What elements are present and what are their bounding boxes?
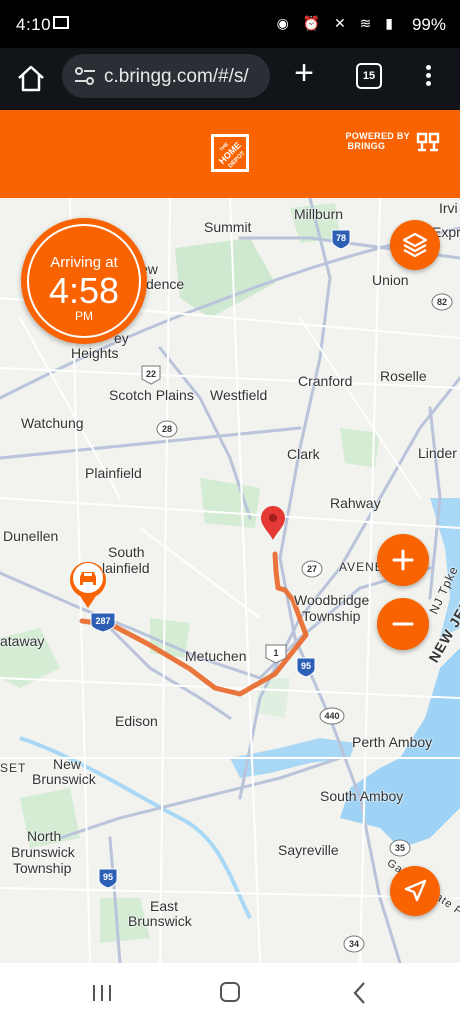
- map-place-label: Brunswick: [11, 844, 75, 860]
- svg-text:287: 287: [95, 616, 110, 626]
- eta-label: Arriving at: [50, 254, 118, 271]
- browser-toolbar: c.bringg.com/#/s/ + 15: [0, 48, 460, 110]
- map-place-label: Township: [13, 860, 72, 876]
- svg-text:95: 95: [103, 872, 113, 882]
- map-place-label: SET: [0, 761, 27, 775]
- status-bar: 4:10 ◉ ⏰ ✕ ≋ ▮ 99%: [0, 0, 460, 48]
- map-place-label: Edison: [115, 713, 158, 729]
- svg-text:440: 440: [324, 711, 339, 721]
- powered-by-brand: BRINGG: [347, 141, 386, 151]
- map-place-label: North: [27, 828, 62, 844]
- svg-text:1: 1: [273, 648, 278, 658]
- map-place-label: Irvi: [439, 200, 458, 216]
- destination-pin-icon: [261, 506, 285, 540]
- map-place-label: South: [108, 544, 145, 560]
- recent-apps-icon[interactable]: [90, 983, 114, 1003]
- system-nav-bar: [0, 963, 460, 1024]
- map-place-label: Clark: [287, 446, 320, 462]
- map-place-label: Perth Amboy: [352, 734, 433, 750]
- mail-icon: [53, 16, 69, 29]
- svg-text:95: 95: [301, 661, 311, 671]
- map-place-label: Dunellen: [3, 528, 59, 544]
- eta-badge: Arriving at 4:58 PM: [21, 218, 147, 344]
- more-menu-icon[interactable]: [420, 62, 436, 92]
- layers-button[interactable]: [390, 220, 440, 270]
- map-place-label: Woodbridge: [294, 592, 370, 608]
- svg-text:78: 78: [336, 233, 346, 243]
- map-place-label: lainfield: [102, 560, 150, 576]
- status-time: 4:10: [16, 15, 52, 34]
- navigation-arrow-icon: [404, 879, 427, 902]
- home-icon[interactable]: [14, 62, 48, 96]
- powered-by: POWERED BY BRINGG: [345, 131, 410, 151]
- svg-text:34: 34: [349, 939, 359, 949]
- map-place-label: South Amboy: [320, 788, 404, 804]
- map-place-label: Linder: [418, 445, 457, 461]
- minus-icon: [392, 622, 414, 626]
- brand-header: THE HOME DEPOT POWERED BY BRINGG: [0, 110, 460, 198]
- battery-level: 99%: [411, 15, 446, 34]
- map-view[interactable]: 78 82 22 28 27 287 1 95 440 35 95 34 Mil…: [0, 198, 460, 963]
- svg-text:82: 82: [437, 297, 447, 307]
- map-place-label: Heights: [71, 345, 119, 361]
- map-place-label: Township: [302, 608, 361, 624]
- plus-icon: [392, 549, 414, 571]
- eta-ampm: PM: [75, 309, 93, 323]
- map-place-label: Millburn: [294, 206, 344, 222]
- map-place-label: New: [53, 756, 82, 772]
- bringg-logo-icon: [416, 132, 440, 152]
- tab-switcher-button[interactable]: 15: [356, 63, 382, 89]
- address-bar[interactable]: c.bringg.com/#/s/: [62, 54, 270, 98]
- map-place-label: Scotch Plains: [109, 387, 194, 403]
- map-place-label: Summit: [204, 219, 252, 235]
- zoom-in-button[interactable]: [377, 534, 429, 586]
- my-location-button[interactable]: [390, 866, 440, 916]
- status-icons: ◉ ⏰ ✕ ≋ ▮: [276, 15, 398, 31]
- home-depot-logo: THE HOME DEPOT: [211, 134, 249, 172]
- map-place-label: dence: [146, 276, 185, 292]
- map-place-label: Brunswick: [128, 913, 192, 929]
- map-place-label: Sayreville: [278, 842, 339, 858]
- map-place-label: Cranford: [298, 373, 353, 389]
- url-text: c.bringg.com/#/s/: [104, 66, 249, 87]
- map-place-label: Westfield: [210, 387, 268, 403]
- vehicle-marker-icon: [70, 561, 106, 608]
- back-icon[interactable]: [352, 981, 366, 1005]
- map-place-label: Roselle: [380, 368, 427, 384]
- map-place-label: Watchung: [21, 415, 84, 431]
- site-settings-icon[interactable]: [74, 66, 96, 86]
- map-place-label: Brunswick: [32, 771, 96, 787]
- map-place-label: East: [150, 898, 179, 914]
- new-tab-icon[interactable]: +: [290, 56, 318, 92]
- svg-text:35: 35: [395, 843, 405, 853]
- home-nav-icon[interactable]: [220, 982, 240, 1002]
- powered-by-label: POWERED BY: [345, 131, 410, 141]
- map-place-label: Plainfield: [85, 465, 142, 481]
- layers-icon: [402, 232, 428, 258]
- highway-shields: 78 82 22 28 27 287 1 95 440 35 95 34: [90, 229, 453, 953]
- map-place-label: Union: [372, 272, 409, 288]
- svg-text:22: 22: [146, 369, 156, 379]
- zoom-out-button[interactable]: [377, 598, 429, 650]
- svg-text:27: 27: [307, 564, 317, 574]
- svg-text:28: 28: [162, 424, 172, 434]
- eta-time: 4:58: [48, 270, 120, 311]
- map-place-label: ataway: [0, 633, 45, 649]
- map-place-label: Rahway: [330, 495, 381, 511]
- map-place-label: Metuchen: [185, 648, 247, 664]
